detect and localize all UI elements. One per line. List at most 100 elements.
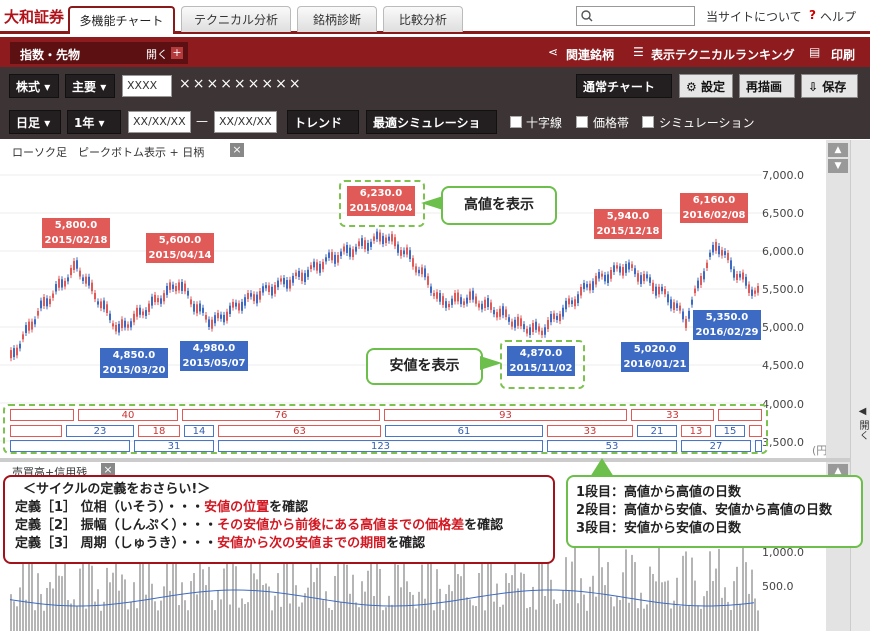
cycle-cell: 23 [66,425,134,437]
cycle-cell: 33 [547,425,633,437]
price-tick: 4,500.0 [762,359,804,372]
chart-type-select[interactable]: 通常チャート ▾ [576,74,672,118]
volume-bar [421,564,423,631]
candle [643,273,645,282]
candle [145,310,147,316]
download-icon: ⇩ [808,80,819,94]
candle [259,291,261,300]
candle [136,307,138,317]
trendline-button[interactable]: トレンド線 [287,110,359,154]
simulation-checkbox[interactable] [642,116,654,128]
volume-bar [52,588,54,631]
volume-bar [673,600,675,631]
side-open-label: ◀ 開く [857,406,868,441]
scroll-up-icon[interactable]: ▲ [828,143,848,157]
candle [577,294,579,304]
legend-line: 1段目：高値から高値の日数 [576,485,742,500]
volume-bar [706,590,708,631]
candle [538,326,540,332]
chart-scrollbar[interactable] [826,140,850,458]
volume-bar [181,582,183,631]
candle [667,294,669,303]
candle [460,297,462,305]
price-band-checkbox[interactable] [576,116,588,128]
settings-button[interactable]: ⚙ 設定 [679,74,733,98]
volume-bar [382,610,384,631]
cycle-cell: 31 [134,440,214,452]
candle [265,285,267,289]
range-select[interactable]: 1年 ▾ [67,110,121,134]
market-select[interactable]: 株式 ▾ [9,74,59,98]
candle [196,304,198,314]
candle [22,334,24,340]
candle [424,268,426,278]
related-link[interactable]: 関連銘柄 [566,46,614,63]
volume-bar [133,582,135,631]
ranking-link[interactable]: 表示テクニカルランキング [651,46,795,63]
candle [319,263,321,273]
open-link[interactable]: 開く [146,46,168,62]
crosshair-checkbox[interactable] [510,116,522,128]
toolbar-main: 株式 ▾ 主要 ▾ XXXX ××××××××× 通常チャート ▾ ⚙ 設定 再… [0,67,870,118]
volume-bar [244,603,246,631]
volume-bar [397,564,399,631]
volume-bar [232,555,234,631]
tab-technical[interactable]: テクニカル分析 [181,6,291,32]
candle [694,288,696,294]
volume-bar [601,567,603,631]
about-link[interactable]: 当サイトについて [706,8,802,25]
candle [370,241,372,247]
candle [241,301,243,311]
candle [568,298,570,305]
volume-bar [286,552,288,631]
cycle-cell: 93 [384,409,627,421]
volume-bar [109,582,111,631]
candle [208,319,210,327]
cycle-cell [10,409,74,421]
candle [109,313,111,321]
search-input[interactable] [576,6,695,26]
tab-multi-chart[interactable]: 多機能チャート [68,6,175,34]
candle [625,263,627,273]
candle [592,281,594,290]
candle [226,311,228,321]
candle [397,244,399,253]
tab-diagnosis[interactable]: 銘柄診断 [297,6,377,32]
panel-divider[interactable] [0,458,850,462]
candle [562,307,564,317]
help-link[interactable]: ヘルプ [820,8,856,25]
candle [211,319,213,329]
tab-compare[interactable]: 比較分析 [383,6,463,32]
volume-bar [559,603,561,631]
redraw-button[interactable]: 再描画 [739,74,795,98]
date-from-input[interactable]: XX/XX/XX [128,111,191,133]
candle [97,301,99,305]
scroll-down-icon[interactable]: ▼ [828,159,848,173]
crosshair-label: 十字線 [526,116,563,130]
candle [421,267,423,275]
date-to-input[interactable]: XX/XX/XX [214,111,277,133]
candle [451,298,453,305]
main-select[interactable]: 主要 ▾ [65,74,115,98]
optimize-sim-button[interactable]: 最適シミュレーション [366,110,497,154]
volume-bar [400,587,402,631]
plus-icon[interactable]: + [171,47,183,59]
code-input[interactable]: XXXX [122,75,172,97]
period-unit-select[interactable]: 日足 ▾ [9,110,61,134]
candle [490,302,492,310]
print-link[interactable]: 印刷 [831,46,855,63]
candle [553,313,555,320]
volume-bar [193,573,195,631]
volume-bar [442,610,444,631]
candle [298,270,300,277]
save-button[interactable]: ⇩ 保存 [801,74,858,98]
cycle-cell: 15 [715,425,745,437]
candle [187,290,189,296]
candle [157,298,159,303]
candle [190,299,192,305]
close-icon[interactable]: × [230,143,244,157]
cycle-cell: 63 [218,425,381,437]
side-panel[interactable]: ◀ 開く [850,140,870,631]
candle [274,285,276,294]
volume-bar [391,604,393,631]
